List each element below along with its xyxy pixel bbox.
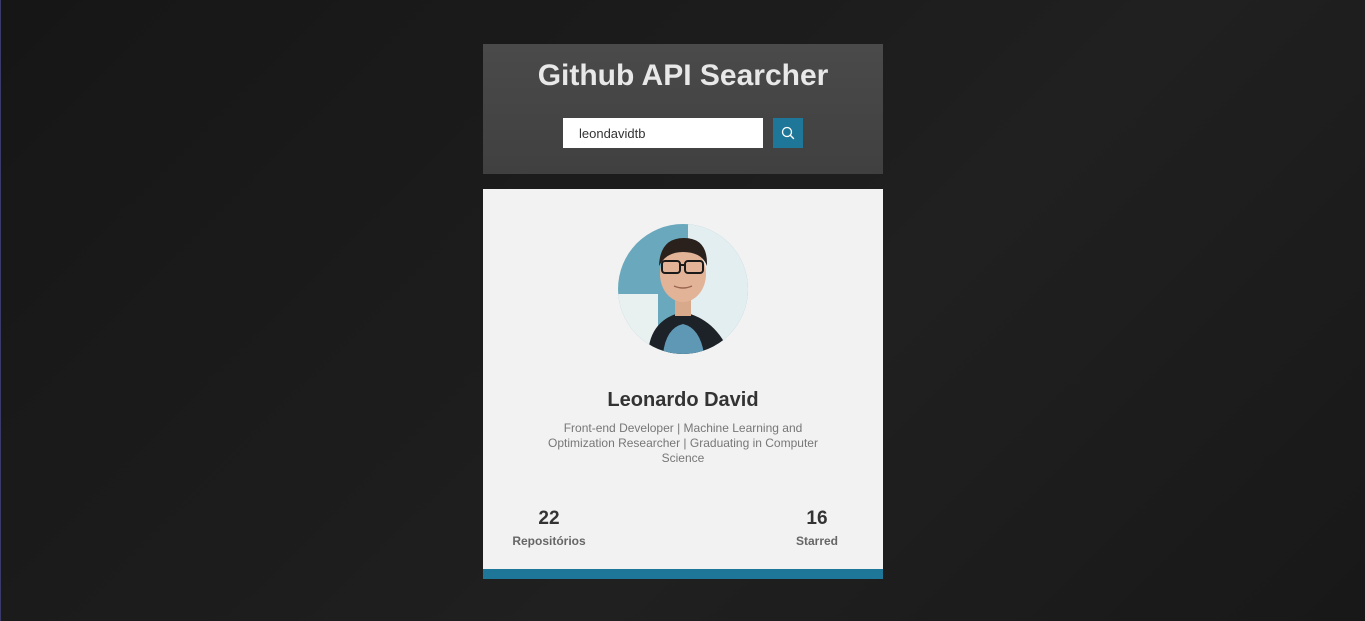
stat-starred-label: Starred bbox=[795, 534, 839, 548]
search-icon bbox=[781, 126, 795, 140]
stat-repositories-label: Repositórios bbox=[512, 534, 586, 548]
card-accent-bar bbox=[483, 569, 883, 579]
profile-card: Leonardo David Front-end Developer | Mac… bbox=[483, 189, 883, 569]
stat-starred: 16 Starred bbox=[767, 507, 867, 549]
stat-starred-value: 16 bbox=[806, 508, 828, 529]
profile-name: Leonardo David bbox=[607, 389, 759, 411]
user-avatar bbox=[618, 224, 748, 354]
profile-bio: Front-end Developer | Machine Learning a… bbox=[548, 421, 818, 465]
left-edge-line bbox=[0, 0, 1, 621]
search-button[interactable] bbox=[773, 118, 803, 148]
stat-repositories-value: 22 bbox=[538, 508, 560, 529]
app-title: Github API Searcher bbox=[537, 59, 829, 92]
search-input[interactable] bbox=[563, 118, 763, 148]
search-header: Github API Searcher bbox=[483, 44, 883, 174]
avatar bbox=[618, 224, 748, 354]
search-bar bbox=[563, 118, 803, 148]
stat-repositories: 22 Repositórios bbox=[499, 507, 599, 549]
